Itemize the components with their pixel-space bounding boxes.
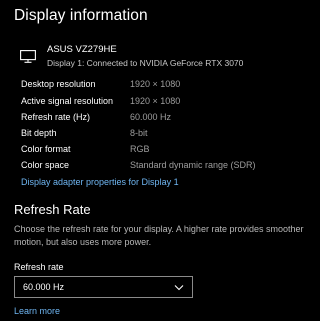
info-value: 1920 × 1080	[130, 96, 181, 106]
info-label: Refresh rate (Hz)	[21, 112, 91, 122]
info-value: RGB	[130, 144, 150, 154]
info-label: Active signal resolution	[21, 96, 114, 106]
page-title: Display information	[14, 7, 148, 24]
learn-more-link[interactable]: Learn more	[14, 306, 60, 316]
monitor-connection: Display 1: Connected to NVIDIA GeForce R…	[47, 58, 244, 68]
display-adapter-properties-link[interactable]: Display adapter properties for Display 1	[21, 177, 179, 187]
info-label: Bit depth	[21, 128, 57, 138]
refresh-rate-selected-value: 60.000 Hz	[23, 282, 65, 292]
info-value: 1920 × 1080	[130, 79, 181, 89]
info-label: Color format	[21, 144, 71, 154]
info-label: Desktop resolution	[21, 79, 96, 89]
info-value: 60.000 Hz	[130, 112, 172, 122]
refresh-rate-label: Refresh rate	[14, 262, 64, 272]
refresh-rate-description: Choose the refresh rate for your display…	[14, 224, 304, 247]
monitor-icon	[20, 50, 36, 63]
info-value: 8-bit	[130, 128, 148, 138]
info-label: Color space	[21, 160, 70, 170]
refresh-rate-heading: Refresh Rate	[14, 202, 91, 217]
chevron-down-icon	[174, 285, 184, 291]
refresh-rate-dropdown[interactable]: 60.000 Hz	[14, 276, 193, 298]
monitor-name: ASUS VZ279HE	[47, 44, 117, 55]
info-value: Standard dynamic range (SDR)	[130, 160, 256, 170]
